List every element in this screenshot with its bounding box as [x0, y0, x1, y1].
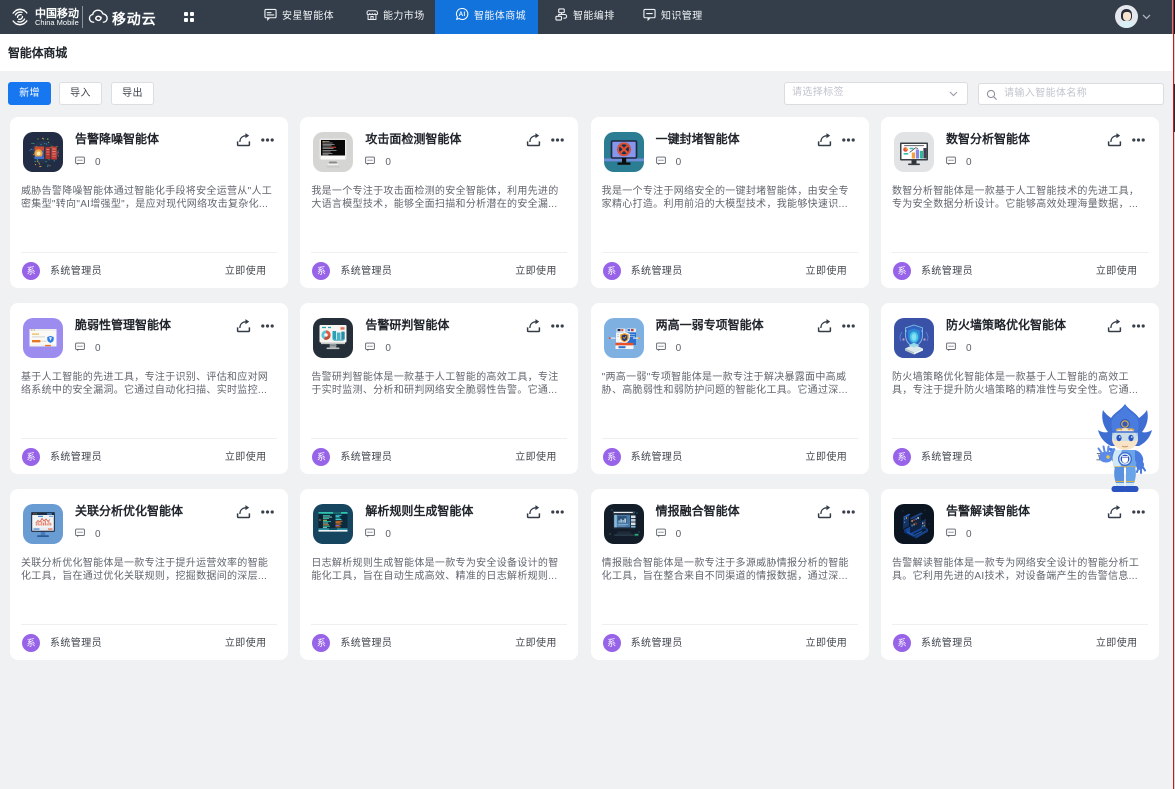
svg-text:AI: AI	[459, 12, 466, 18]
